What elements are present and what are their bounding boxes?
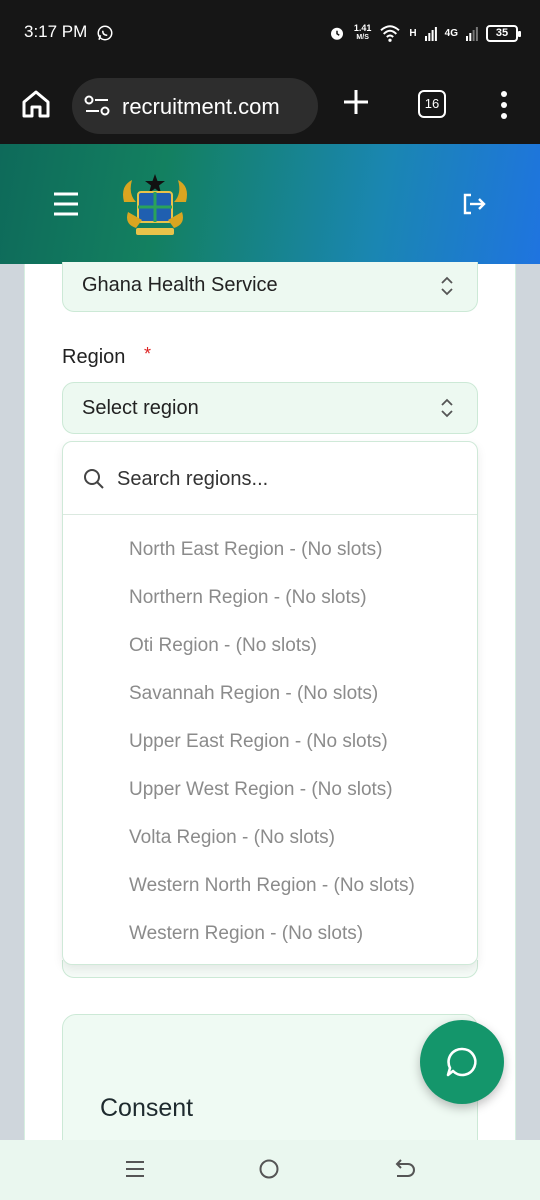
network-speed: 1.41 M/S [354,24,372,42]
home-icon[interactable] [20,88,52,120]
signal-bars-icon [466,27,478,41]
chat-button[interactable] [420,1020,504,1104]
home-circle-icon[interactable] [258,1158,280,1180]
search-icon [84,469,104,489]
consent-title: Consent [100,1094,194,1122]
search-regions-input[interactable] [117,464,457,494]
alarm-icon [330,27,343,40]
battery-indicator: 35 [486,24,521,42]
address-bar[interactable]: recruitment.com [72,78,318,134]
speed-unit: M/S [356,34,369,41]
wifi-icon [380,25,401,42]
dropdown-option[interactable]: Oti Region - (No slots) [129,635,317,657]
back-icon[interactable] [392,1158,416,1180]
region-placeholder: Select region [82,397,199,419]
signal-type-4g: 4G [444,27,458,39]
dropdown-option[interactable]: Upper West Region - (No slots) [129,779,393,801]
plus-icon[interactable] [340,86,372,118]
ghana-coat-of-arms-logo[interactable] [118,172,192,238]
dropdown-option[interactable]: Western Region - (No slots) [129,923,363,945]
whatsapp-icon [97,25,113,41]
recents-icon[interactable] [124,1158,146,1180]
dropdown-search-row [63,442,477,515]
signal-bars-icon [424,27,437,41]
signal-type-h: H [409,27,417,39]
status-icons: 1.41 M/S H 4G 35 [328,20,521,46]
region-select[interactable]: Select region [62,382,478,434]
dropdown-option[interactable]: Savannah Region - (No slots) [129,683,378,705]
browser-toolbar: recruitment.com 16 [0,70,540,144]
dropdown-option[interactable]: Volta Region - (No slots) [129,827,335,849]
site-header [0,144,540,264]
logout-icon[interactable] [460,190,488,218]
hamburger-icon[interactable] [52,190,80,218]
more-vertical-icon[interactable] [494,88,514,122]
dropdown-option[interactable]: Upper East Region - (No slots) [129,731,388,753]
speed-value: 1.41 [353,23,372,33]
region-dropdown: North East Region - (No slots) Northern … [62,441,478,965]
site-settings-icon[interactable] [84,95,110,117]
organization-value: Ghana Health Service [82,274,278,296]
region-label: Region [62,346,126,368]
dropdown-option[interactable]: North East Region - (No slots) [129,539,382,561]
chevron-up-down-icon [441,398,453,418]
status-time: 3:17 PM [24,22,88,41]
url-text: recruitment.com [122,94,280,119]
required-marker: * [144,344,152,364]
tab-switcher-button[interactable]: 16 [418,90,446,118]
chevron-up-down-icon [441,276,453,296]
dropdown-option[interactable]: Western North Region - (No slots) [129,875,415,897]
status-bar: 3:17 PM 1.41 M/S H 4G 35 [0,0,540,70]
system-navigation-bar [0,1140,540,1200]
dropdown-option[interactable]: Northern Region - (No slots) [129,587,367,609]
chat-bubble-icon [446,1047,477,1077]
organization-select[interactable]: Ghana Health Service [62,262,478,312]
